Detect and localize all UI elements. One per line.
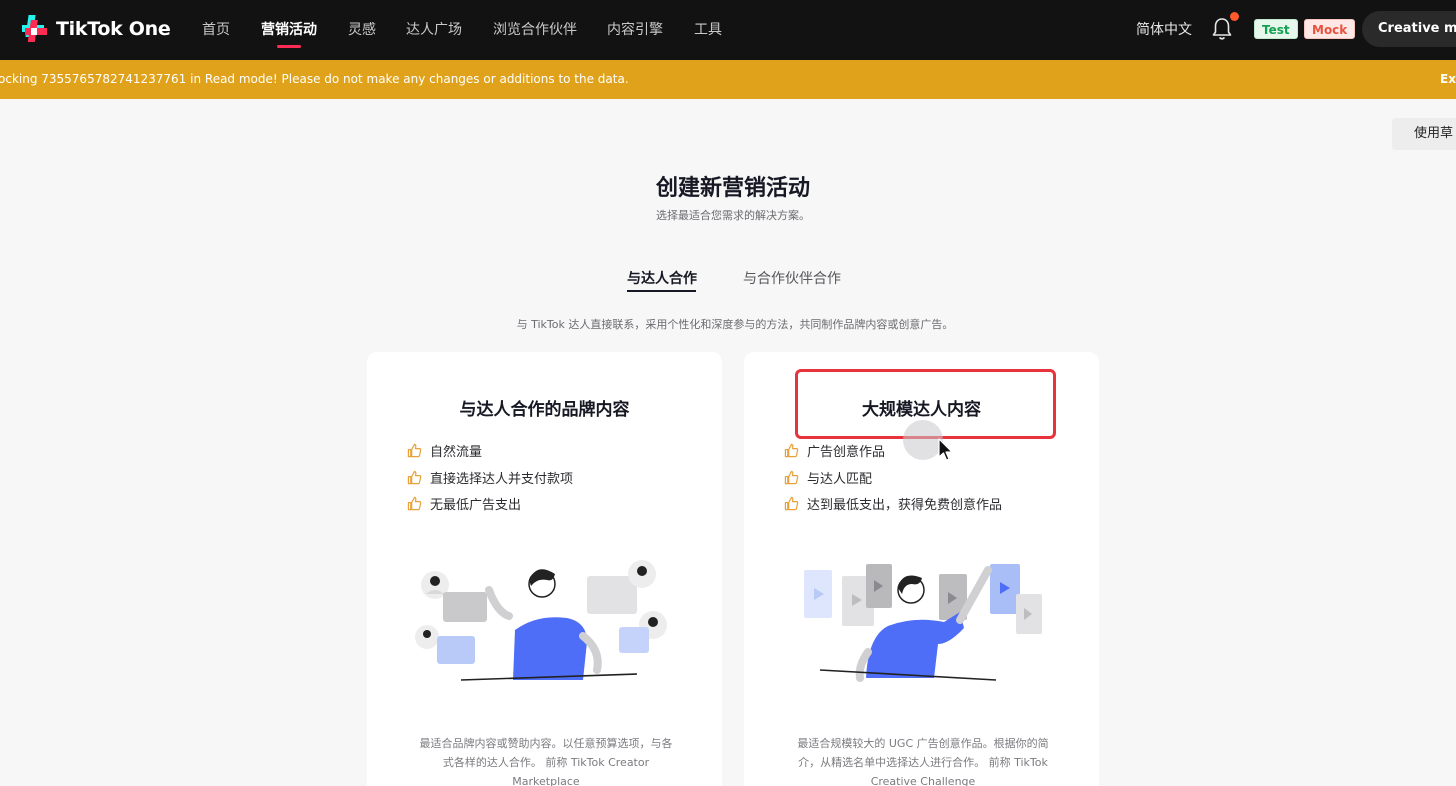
feature-label: 直接选择达人并支付款项 — [430, 472, 574, 487]
account-switcher[interactable]: Creative main... — [1362, 11, 1456, 47]
thumbs-up-icon — [407, 470, 422, 485]
thumbs-up-icon — [784, 496, 799, 511]
feature-label: 无最低广告支出 — [430, 498, 522, 513]
language-selector[interactable]: 简体中文 — [1136, 19, 1192, 39]
environment-badge-mock[interactable]: Mock — [1304, 19, 1356, 39]
tiktok-one-logo[interactable]: TikTok One — [18, 12, 171, 46]
thumbs-up-icon — [407, 496, 422, 511]
environment-badge-test[interactable]: Test — [1254, 19, 1298, 39]
click-indicator — [903, 420, 943, 460]
nav-item-inspiration[interactable]: 灵感 — [348, 19, 376, 39]
use-draft-button[interactable]: 使用草 — [1392, 118, 1456, 150]
mouse-cursor-icon — [938, 438, 953, 461]
option-card-branded-content[interactable]: 与达人合作的品牌内容 自然流量 直接选择达人并支付款项 无最低广告支出 最适合品… — [367, 352, 722, 786]
nav-item-content-engine[interactable]: 内容引擎 — [607, 19, 663, 39]
thumbs-up-icon — [407, 443, 422, 458]
nav-item-browse-partners[interactable]: 浏览合作伙伴 — [493, 19, 577, 39]
card-title: 与达人合作的品牌内容 — [459, 400, 630, 420]
thumbs-up-icon — [784, 470, 799, 485]
feature-label: 自然流量 — [430, 445, 483, 460]
feature-label: 广告创意作品 — [807, 445, 886, 460]
read-mode-warning-banner: ocking 7355765782741237761 in Read mode!… — [0, 60, 1456, 99]
logo-text: TikTok One — [56, 18, 171, 40]
card-description-line: 式各样的达人合作。 前称 TikTok Creator — [442, 756, 650, 769]
nav-item-home[interactable]: 首页 — [202, 19, 230, 39]
page-title: 创建新营销活动 — [655, 176, 810, 201]
thumbs-up-icon — [784, 443, 799, 458]
feature-item: 广告创意作品 — [784, 441, 885, 460]
feature-item: 达到最低支出，获得免费创意作品 — [784, 494, 1002, 513]
bell-icon[interactable] — [1210, 16, 1234, 42]
feature-item: 无最低广告支出 — [407, 494, 521, 513]
nav-active-indicator — [277, 45, 301, 48]
feature-item: 自然流量 — [407, 441, 482, 460]
card-description: 最适合规模较大的 UGC 广告创意作品。根据你的简 介，从精选名单中选择达人进行… — [782, 734, 1064, 786]
card-description-line: 最适合规模较大的 UGC 广告创意作品。根据你的简 — [797, 737, 1049, 750]
card-description-line: 最适合品牌内容或赞助内容。以任意预算选项，与各 — [419, 737, 673, 750]
card-description: 最适合品牌内容或赞助内容。以任意预算选项，与各 式各样的达人合作。 前称 Tik… — [405, 734, 687, 786]
banner-exit-button[interactable]: Exi — [1440, 60, 1456, 99]
nav-item-tools[interactable]: 工具 — [694, 19, 722, 39]
nav-item-creator-marketplace[interactable]: 达人广场 — [406, 19, 462, 39]
card-description-line: Marketplace — [512, 775, 580, 786]
tab-description: 与 TikTok 达人直接联系，采用个性化和深度参与的方法，共同制作品牌内容或创… — [516, 318, 954, 331]
feature-label: 与达人匹配 — [807, 472, 873, 487]
card-description-line: 介，从精选名单中选择达人进行合作。 前称 TikTok — [798, 756, 1048, 769]
top-navigation-bar: TikTok One 首页 营销活动 灵感 达人广场 浏览合作伙伴 内容引擎 工… — [0, 0, 1456, 60]
notification-dot — [1230, 12, 1239, 21]
feature-item: 与达人匹配 — [784, 468, 872, 487]
video-creatives-illustration — [804, 564, 1042, 682]
creator-collaboration-illustration — [415, 560, 667, 681]
card-description-line: Creative Challenge — [870, 775, 976, 786]
tiktok-logo-icon — [22, 15, 47, 42]
banner-text: ocking 7355765782741237761 in Read mode!… — [0, 72, 629, 86]
nav-item-campaigns[interactable]: 营销活动 — [261, 19, 317, 39]
feature-item: 直接选择达人并支付款项 — [407, 468, 573, 487]
feature-label: 达到最低支出，获得免费创意作品 — [807, 498, 1003, 513]
tab-work-with-partners[interactable]: 与合作伙伴合作 — [743, 268, 841, 288]
tab-active-indicator — [627, 290, 696, 292]
page-subtitle: 选择最适合您需求的解决方案。 — [656, 209, 810, 222]
tab-work-with-creators[interactable]: 与达人合作 — [627, 268, 697, 288]
